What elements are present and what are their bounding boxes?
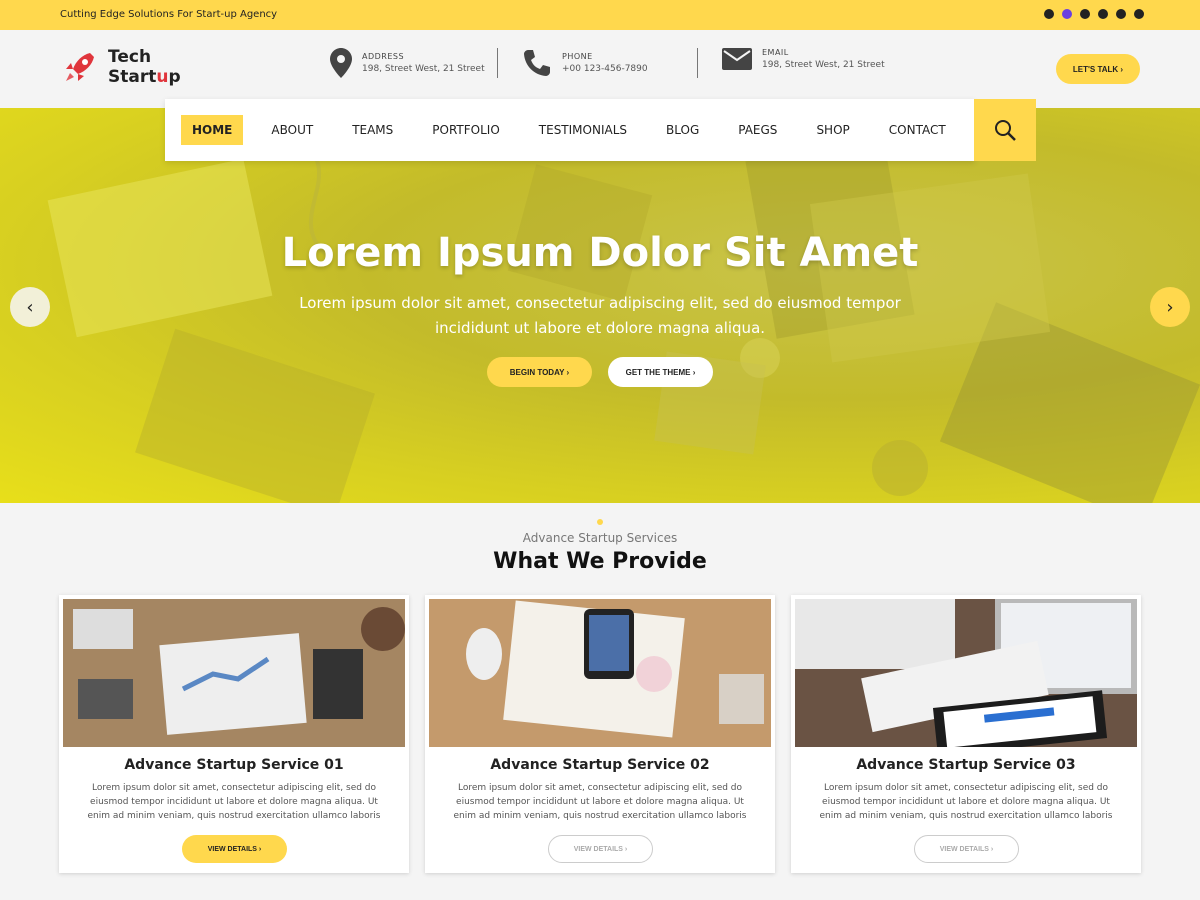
service-image [63, 599, 405, 747]
view-details-button[interactable]: VIEW DETAILS › [182, 835, 287, 863]
view-details-button[interactable]: VIEW DETAILS › [548, 835, 653, 863]
services-section: Advance Startup Services What We Provide… [0, 503, 1200, 900]
main-nav: HOME ABOUT TEAMS PORTFOLIO TESTIMONIALS … [165, 99, 975, 161]
service-text: Lorem ipsum dolor sit amet, consectetur … [819, 783, 1113, 821]
instagram-icon[interactable] [1116, 9, 1126, 19]
site-header: Tech Startup ADDRESS 198, Street West, 2… [0, 30, 1200, 108]
linkedin-icon[interactable] [1080, 9, 1090, 19]
brand-line2: Startup [108, 67, 181, 87]
service-title: Advance Startup Service 03 [856, 757, 1076, 773]
lets-talk-button[interactable]: LET'S TALK › [1056, 54, 1140, 84]
get-the-theme-button[interactable]: GET THE THEME › [608, 357, 713, 387]
brand-part-b: u [156, 67, 169, 87]
service-image [429, 599, 771, 747]
nav-item-shop[interactable]: SHOP [805, 115, 860, 145]
map-pin-icon [330, 48, 352, 78]
youtube-icon[interactable] [1098, 9, 1108, 19]
service-title: Advance Startup Service 01 [124, 757, 344, 773]
nav-item-home[interactable]: HOME [181, 115, 244, 145]
hero-title: Lorem Ipsum Dolor Sit Amet [281, 230, 919, 276]
address-info: ADDRESS 198, Street West, 21 Street [330, 48, 485, 78]
view-details-button[interactable]: VIEW DETAILS › [914, 835, 1019, 863]
section-dot [597, 519, 603, 525]
logo[interactable]: Tech Startup [60, 47, 181, 87]
section-title: What We Provide [493, 549, 707, 574]
address-value: 198, Street West, 21 Street [362, 64, 485, 74]
nav-item-blog[interactable]: BLOG [655, 115, 710, 145]
tagline: Cutting Edge Solutions For Start-up Agen… [60, 9, 278, 20]
search-button[interactable] [974, 99, 1036, 161]
service-text: Lorem ipsum dolor sit amet, consectetur … [453, 783, 747, 821]
slider-next-button[interactable]: › [1150, 287, 1190, 327]
chevron-left-icon: ‹ [26, 296, 34, 318]
search-icon [995, 120, 1016, 141]
twitter-icon[interactable] [1062, 9, 1072, 19]
service-title: Advance Startup Service 02 [490, 757, 710, 773]
nav-item-teams[interactable]: TEAMS [341, 115, 404, 145]
brand-part-c: p [168, 67, 181, 87]
section-subtitle: Advance Startup Services [522, 531, 678, 545]
email-info: EMAIL 198, Street West, 21 Street [722, 48, 885, 70]
phone-label: PHONE [562, 52, 593, 61]
service-card: Advance Startup Service 03 Lorem ipsum d… [791, 595, 1141, 873]
top-bar: Cutting Edge Solutions For Start-up Agen… [0, 0, 1200, 30]
service-card: Advance Startup Service 01 Lorem ipsum d… [59, 595, 409, 873]
facebook-icon[interactable] [1044, 9, 1054, 19]
chevron-right-icon: › [1166, 296, 1174, 318]
envelope-icon [722, 48, 752, 70]
nav-item-about[interactable]: ABOUT [260, 115, 324, 145]
service-image [795, 599, 1137, 747]
phone-icon [524, 50, 550, 76]
address-label: ADDRESS [362, 52, 405, 61]
brand-part-a: Start [108, 67, 157, 87]
phone-info: PHONE +00 123-456-7890 [522, 48, 648, 78]
divider [497, 48, 498, 78]
brand-name: Tech Startup [108, 47, 181, 87]
phone-value: +00 123-456-7890 [562, 64, 648, 74]
email-label: EMAIL [762, 48, 789, 57]
begin-today-button[interactable]: BEGIN TODAY › [487, 357, 592, 387]
divider [697, 48, 698, 78]
hero-slider: Lorem Ipsum Dolor Sit Amet Lorem ipsum d… [0, 108, 1200, 503]
rocket-icon [66, 53, 94, 81]
brand-line1: Tech [108, 47, 152, 67]
slider-prev-button[interactable]: ‹ [10, 287, 50, 327]
nav-item-pages[interactable]: PAEGS [727, 115, 788, 145]
nav-item-testimonials[interactable]: TESTIMONIALS [528, 115, 638, 145]
nav-item-portfolio[interactable]: PORTFOLIO [421, 115, 511, 145]
nav-item-contact[interactable]: CONTACT [878, 115, 957, 145]
hero-subtitle: Lorem ipsum dolor sit amet, consectetur … [299, 294, 901, 337]
service-card: Advance Startup Service 02 Lorem ipsum d… [425, 595, 775, 873]
email-value: 198, Street West, 21 Street [762, 60, 885, 70]
pinterest-icon[interactable] [1134, 9, 1144, 19]
social-links [1044, 9, 1144, 19]
service-text: Lorem ipsum dolor sit amet, consectetur … [87, 783, 381, 821]
